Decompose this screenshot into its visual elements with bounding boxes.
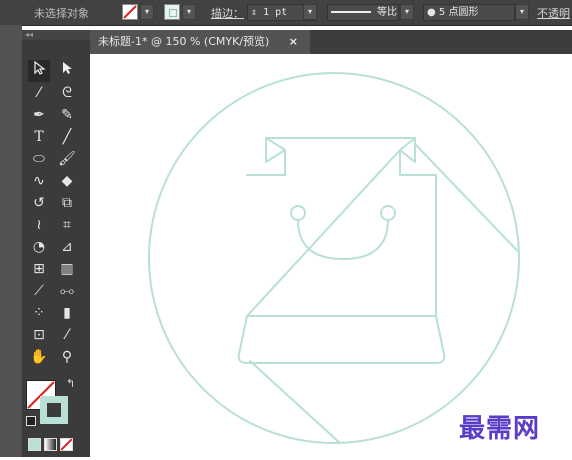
shaper-tool-icon[interactable]: ∿ <box>28 170 50 192</box>
watermark-logo: 最需网 <box>459 414 541 444</box>
column-graph-tool-icon[interactable]: ▮ <box>56 302 78 324</box>
eraser-tool-icon[interactable]: ◆ <box>56 170 78 192</box>
fill-dropdown[interactable]: ▾ <box>140 4 154 20</box>
paintbrush-tool-icon[interactable]: 🖌 <box>56 148 78 170</box>
lasso-tool-icon[interactable]: ᘓ <box>56 82 78 104</box>
eyedropper-tool-icon[interactable]: ⟋ <box>28 280 50 302</box>
fill-none-swatch[interactable] <box>122 4 138 20</box>
brush-label: 5 点圆形 <box>438 7 479 18</box>
artboard-canvas[interactable]: 最需网 <box>90 54 572 457</box>
profile-line-icon <box>331 11 371 13</box>
default-colors-icon[interactable] <box>26 416 36 426</box>
none-slash-icon <box>61 439 72 450</box>
panel-dock-strip <box>0 25 22 457</box>
scale-tool-icon[interactable]: ⧉ <box>56 192 78 214</box>
stroke-color-swatch[interactable] <box>164 4 180 20</box>
bag-handle <box>297 219 389 260</box>
magic-wand-tool-icon[interactable]: ⁄ <box>28 82 50 104</box>
type-tool-icon[interactable]: T <box>28 126 50 148</box>
slice-tool-icon[interactable]: ⁄ <box>56 324 78 346</box>
symbol-sprayer-tool-icon[interactable]: ⁘ <box>28 302 50 324</box>
stroke-swatch-icon <box>169 9 177 17</box>
none-slash-icon <box>123 5 137 19</box>
shape-builder-tool-icon[interactable]: ◔ <box>28 236 50 258</box>
bag-right-fold <box>399 137 416 163</box>
width-tool-icon[interactable]: ≀ <box>28 214 50 236</box>
bag-bottom <box>237 315 446 364</box>
bag-body <box>246 149 437 317</box>
opacity-label[interactable]: 不透明 <box>537 5 570 21</box>
handle-hole-left <box>290 205 306 221</box>
curvature-tool-icon[interactable]: ✎ <box>56 104 78 126</box>
gradient-tool-icon[interactable]: ▥ <box>56 258 78 280</box>
gradient-mode-button[interactable] <box>44 438 57 451</box>
ellipse-tool-icon[interactable]: ⬭ <box>28 148 50 170</box>
rotate-tool-icon[interactable]: ↺ <box>28 192 50 214</box>
stroke-label[interactable]: 描边： <box>211 5 244 21</box>
hand-tool-icon[interactable]: ✋ <box>28 346 50 368</box>
shopping-bag-icon <box>148 72 520 444</box>
free-transform-tool-icon[interactable]: ⌗ <box>56 214 78 236</box>
document-tab[interactable]: 未标题-1* @ 150 % (CMYK/预览) × <box>90 30 310 54</box>
close-tab-icon[interactable]: × <box>289 30 298 54</box>
swap-colors-icon[interactable]: ↰ <box>66 377 75 390</box>
bag-left-fold <box>265 137 286 163</box>
variable-width-profile[interactable]: 等比 <box>327 4 399 21</box>
artboard-tool-icon[interactable]: ⊡ <box>28 324 50 346</box>
document-tab-title: 未标题-1* @ 150 % (CMYK/预览) <box>98 35 270 48</box>
zoom-tool-icon[interactable]: ⚲ <box>56 346 78 368</box>
handle-hole-right <box>380 205 396 221</box>
profile-label: 等比 <box>377 7 398 18</box>
blend-tool-icon[interactable]: ⧟ <box>56 280 78 302</box>
perspective-grid-tool-icon[interactable]: ⊿ <box>56 236 78 258</box>
selection-status: 未选择对象 <box>34 6 89 20</box>
none-mode-button[interactable] <box>60 438 73 451</box>
stroke-dropdown[interactable]: ▾ <box>182 4 196 20</box>
profile-dropdown[interactable]: ▾ <box>400 4 414 20</box>
pen-tool-icon[interactable]: ✒ <box>28 104 50 126</box>
stroke-weight-value: 1 pt <box>263 7 288 18</box>
selection-tool-icon[interactable] <box>28 60 50 82</box>
brush-dropdown[interactable]: ▾ <box>515 4 529 20</box>
mesh-tool-icon[interactable]: ⊞ <box>28 258 50 280</box>
direct-selection-tool-icon[interactable] <box>56 60 78 82</box>
stroke-weight-dropdown[interactable]: ▾ <box>303 4 317 20</box>
tools-panel-grip[interactable]: ◂◂ <box>22 30 90 40</box>
brush-dot-icon: ● <box>427 7 436 18</box>
tools-panel: ◂◂ ⁄ ᘓ ✒ ✎ T ╱ ⬭ 🖌 ∿ ◆ ↺ ⧉ ≀ ⌗ ◔ ⊿ ⊞ ▥ ⟋… <box>22 30 91 457</box>
line-tool-icon[interactable]: ╱ <box>56 126 78 148</box>
brush-definition[interactable]: ● 5 点圆形 <box>423 4 515 21</box>
document-tab-bar: 未标题-1* @ 150 % (CMYK/预览) × <box>90 30 572 54</box>
stroke-swatch[interactable] <box>40 396 68 424</box>
stepper-icon[interactable]: ⇕ <box>251 7 257 18</box>
color-mode-button[interactable] <box>28 438 41 451</box>
